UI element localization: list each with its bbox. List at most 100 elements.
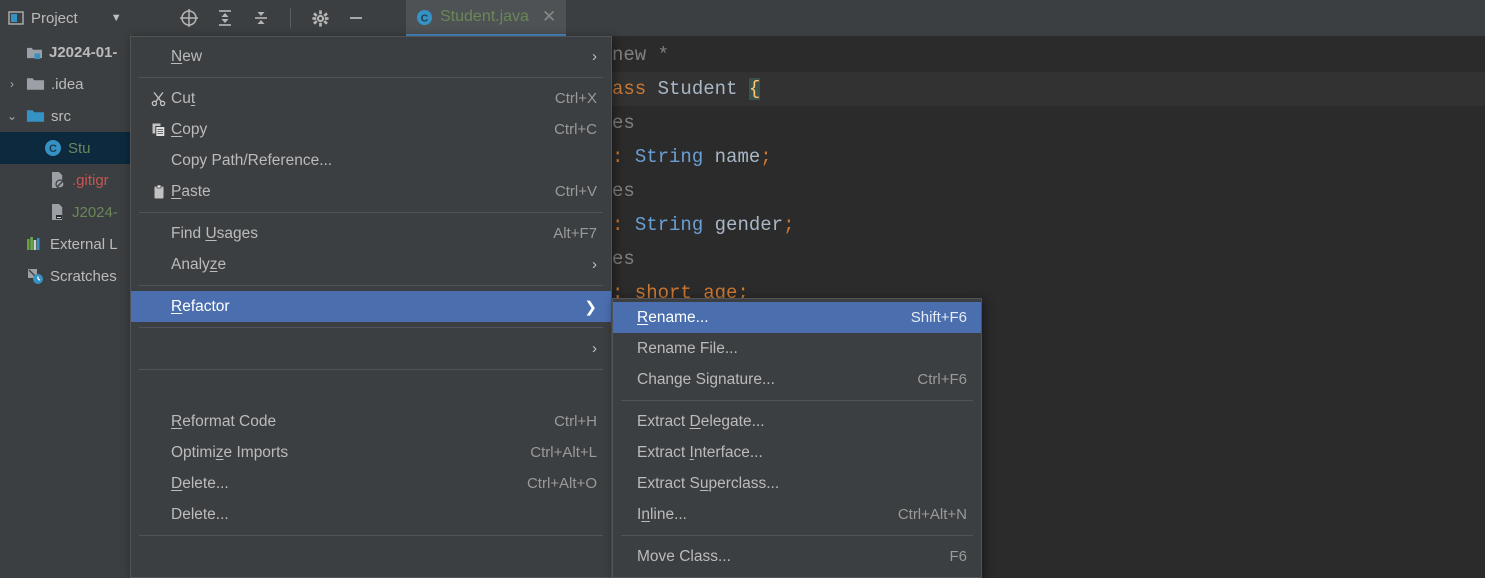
external-libraries-icon — [26, 236, 44, 252]
source-folder-icon — [26, 108, 45, 124]
menu-item-label: New — [171, 47, 203, 65]
chevron-right-icon: › — [592, 48, 597, 65]
menu-separator — [139, 77, 603, 78]
tree-item-src[interactable]: ⌄ src — [0, 100, 136, 132]
code-line: : String gender; — [612, 214, 795, 236]
tree-item-external-libraries[interactable]: External L — [0, 228, 136, 260]
expand-all-icon[interactable] — [214, 7, 236, 29]
submenu-item-extract-delegate[interactable]: Extract Delegate... — [613, 406, 981, 437]
tree-collapse-arrow[interactable]: ⌄ — [4, 109, 20, 123]
menu-item-label: Delete... — [171, 505, 229, 523]
project-tree[interactable]: J2024-01- › .idea ⌄ src C Stu .gitigr J2… — [0, 36, 136, 578]
submenu-item-label: Extract Superclass... — [637, 474, 780, 492]
editor-tab-student-java[interactable]: C Student.java ✕ — [406, 0, 567, 36]
tree-item-label: External L — [50, 235, 118, 253]
code-line: es — [612, 112, 635, 134]
menu-item-find-usages[interactable]: Find Usages Alt+F7 — [131, 218, 611, 249]
scratches-icon — [26, 267, 44, 285]
tree-item-label: Scratches — [50, 267, 117, 285]
chevron-down-icon[interactable]: ▼ — [111, 12, 122, 24]
submenu-item-accelerator: Ctrl+Alt+N — [897, 506, 967, 523]
menu-item-accelerator: Ctrl+Alt+L — [530, 444, 597, 461]
menu-item-delete[interactable]: Delete... Ctrl+Alt+O — [131, 468, 611, 499]
menu-item-analyze[interactable]: Analyze › — [131, 249, 611, 280]
tree-item-iml[interactable]: J2024- — [0, 196, 136, 228]
menu-item-label: Copy Path/Reference... — [171, 151, 333, 169]
locate-target-icon[interactable] — [178, 7, 200, 29]
tree-item-student-java[interactable]: C Stu — [0, 132, 136, 164]
menu-item-label: Analyze — [171, 255, 227, 273]
menu-separator — [139, 327, 603, 328]
tree-expand-arrow[interactable]: › — [4, 77, 20, 91]
ignored-file-icon — [48, 171, 66, 189]
menu-item-accelerator: Ctrl+V — [554, 183, 597, 200]
menu-separator — [139, 212, 603, 213]
project-window-icon — [8, 10, 24, 26]
menu-item-optimize-imports[interactable]: Optimize Imports Ctrl+Alt+L — [131, 437, 611, 468]
gear-icon[interactable] — [309, 7, 331, 29]
menu-item-bookmarks[interactable]: › — [131, 333, 611, 364]
menu-item-cut[interactable]: Cut Ctrl+X — [131, 83, 611, 114]
tree-item-module[interactable]: J2024-01- — [0, 36, 136, 68]
menu-item-refactor[interactable]: Refactor ❯ — [131, 291, 611, 322]
submenu-item-label: Extract Delegate... — [637, 412, 765, 430]
tree-item-gitignore[interactable]: .gitigr — [0, 164, 136, 196]
submenu-item-label: Change Signature... — [637, 370, 775, 388]
submenu-separator — [621, 400, 973, 401]
menu-item-paste[interactable]: Paste Ctrl+V — [131, 176, 611, 207]
submenu-item-label: Move Class... — [637, 547, 731, 565]
svg-text:C: C — [49, 143, 57, 155]
menu-item-browse-type-hierarchy[interactable] — [131, 375, 611, 406]
project-tool-window-header[interactable]: Project ▼ — [0, 0, 160, 36]
submenu-item-label: Rename... — [637, 308, 709, 326]
minimize-icon[interactable] — [345, 7, 367, 29]
chevron-right-icon: ❯ — [584, 298, 597, 316]
submenu-item-accelerator: Ctrl+F6 — [917, 371, 967, 388]
tree-item-idea[interactable]: › .idea — [0, 68, 136, 100]
submenu-item-extract-superclass[interactable]: Extract Superclass... — [613, 468, 981, 499]
submenu-item-accelerator: Shift+F6 — [910, 309, 967, 326]
project-label: Project — [31, 9, 78, 27]
submenu-item-rename-file[interactable]: Rename File... — [613, 333, 981, 364]
submenu-item-extract-interface[interactable]: Extract Interface... — [613, 437, 981, 468]
java-class-icon: C — [416, 9, 433, 26]
menu-item-label: Refactor — [171, 297, 230, 315]
menu-item-new[interactable]: New › — [131, 41, 611, 72]
submenu-item-rename[interactable]: Rename... Shift+F6 — [613, 302, 981, 333]
submenu-item-change-signature[interactable]: Change Signature... Ctrl+F6 — [613, 364, 981, 395]
svg-text:C: C — [421, 13, 429, 24]
menu-separator — [139, 535, 603, 536]
menu-item-override-file-type[interactable]: Delete... — [131, 499, 611, 530]
tree-item-label: J2024-01- — [49, 43, 118, 61]
code-line: es — [612, 180, 635, 202]
menu-item-copy[interactable]: Copy Ctrl+C — [131, 114, 611, 145]
scissors-icon — [147, 91, 171, 107]
code-line: es — [612, 248, 635, 270]
submenu-separator — [621, 535, 973, 536]
menu-item-label: Cut — [171, 89, 196, 107]
tree-item-label: src — [51, 107, 71, 125]
refactor-submenu[interactable]: Rename... Shift+F6 Rename File... Change… — [612, 298, 982, 578]
top-toolbar: Project ▼ — [0, 0, 1485, 36]
submenu-item-inline[interactable]: Inline... Ctrl+Alt+N — [613, 499, 981, 530]
menu-item-label: Paste — [171, 182, 211, 200]
collapse-all-icon[interactable] — [250, 7, 272, 29]
submenu-item-label: Rename File... — [637, 339, 738, 357]
context-menu[interactable]: New › Cut Ctrl+X Copy Ctrl+C Copy Path/R… — [130, 36, 612, 578]
clipboard-icon — [147, 184, 171, 200]
tree-item-label: .idea — [51, 75, 84, 93]
tree-item-label: Stu — [68, 139, 91, 157]
menu-item-accelerator: Ctrl+X — [554, 90, 597, 107]
submenu-item-move-class[interactable]: Move Class... F6 — [613, 541, 981, 572]
menu-item-reformat-code[interactable]: Reformat Code Ctrl+H — [131, 406, 611, 437]
tree-item-scratches[interactable]: Scratches — [0, 260, 136, 292]
submenu-item-accelerator: F6 — [949, 548, 967, 565]
chevron-right-icon: › — [592, 340, 597, 357]
toolbar-icon-group — [178, 7, 367, 29]
menu-item-accelerator: Ctrl+C — [554, 121, 597, 138]
menu-item-accelerator: Alt+F7 — [553, 225, 597, 242]
close-icon[interactable]: ✕ — [542, 7, 556, 27]
menu-item-build-module[interactable] — [131, 541, 611, 572]
menu-item-copy-path-reference[interactable]: Copy Path/Reference... — [131, 145, 611, 176]
java-class-icon: C — [44, 139, 62, 157]
